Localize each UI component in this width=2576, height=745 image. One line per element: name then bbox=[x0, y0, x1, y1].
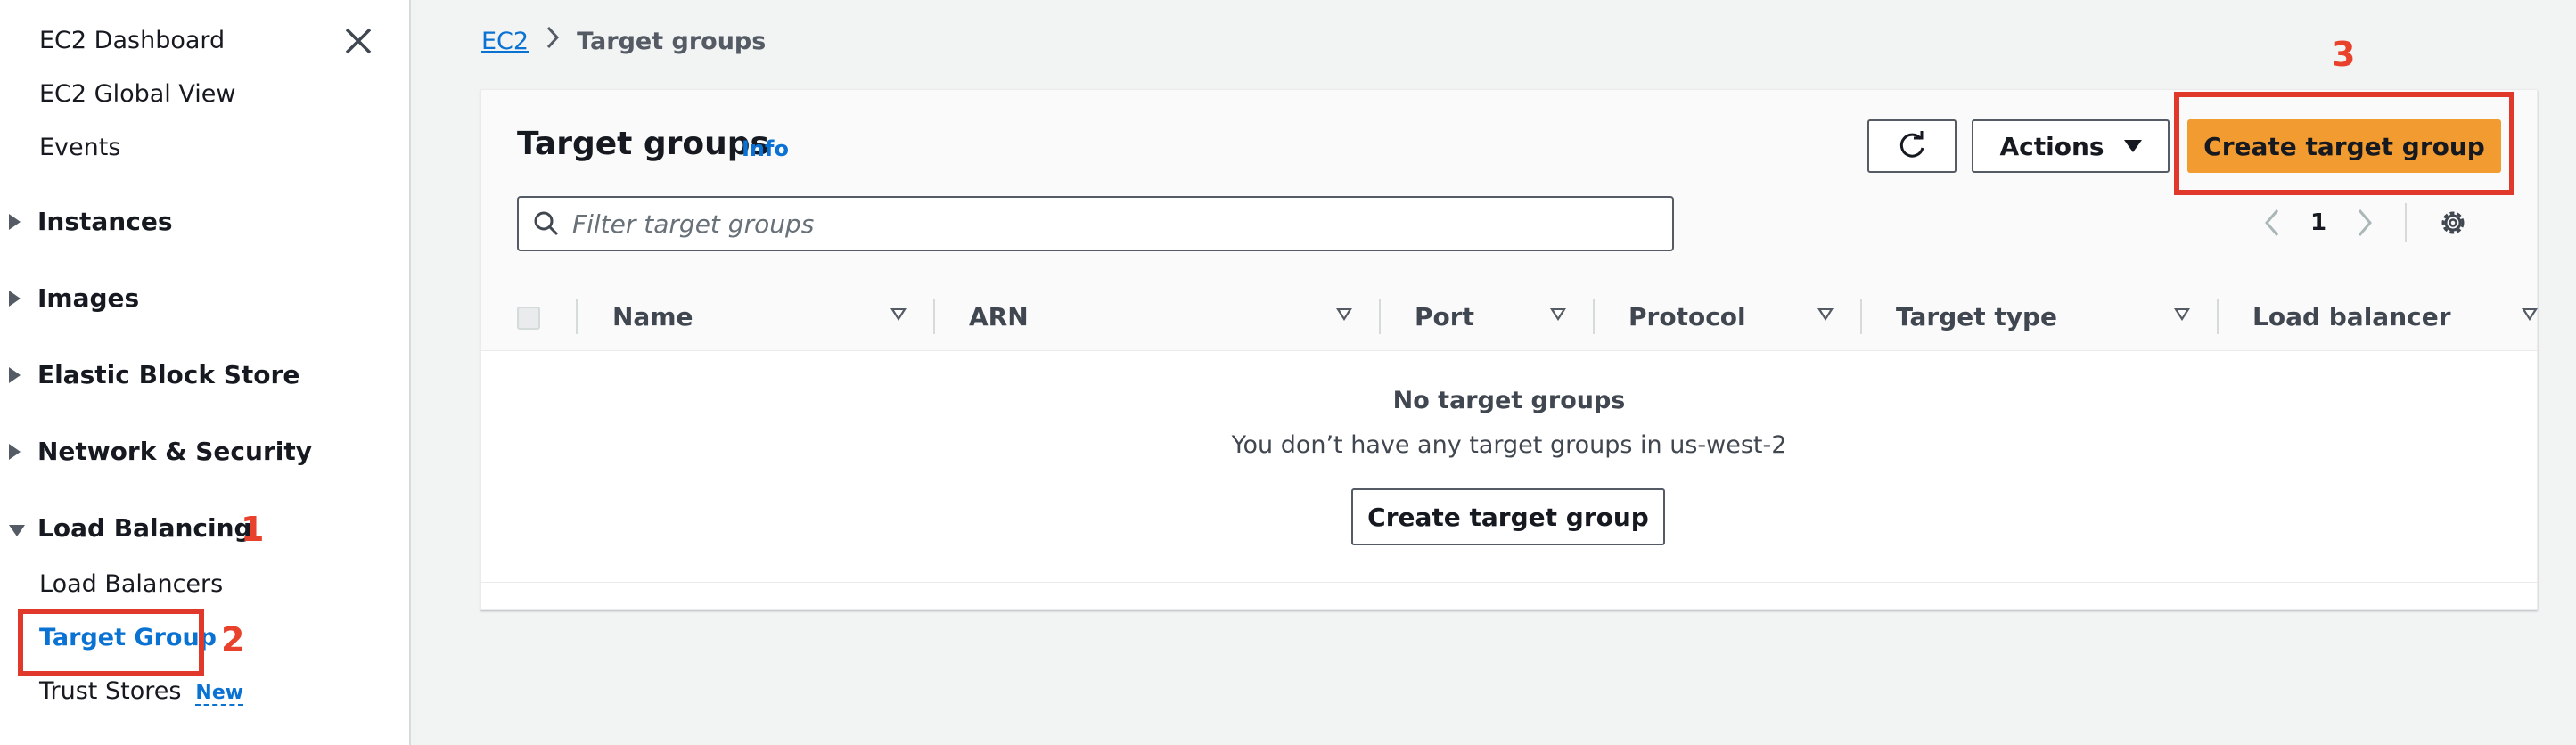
annotation-1: 1 bbox=[241, 510, 265, 549]
caret-down-icon bbox=[9, 513, 27, 543]
pagination: 1 bbox=[2262, 201, 2469, 245]
nav-section-network-security[interactable]: Network & Security bbox=[9, 437, 312, 466]
chevron-right-icon bbox=[545, 25, 561, 57]
column-header-port[interactable]: Port bbox=[1415, 282, 1474, 350]
actions-label: Actions bbox=[1999, 131, 2104, 161]
column-header-name[interactable]: Name bbox=[612, 282, 693, 350]
nav-section-label: Network & Security bbox=[37, 437, 312, 466]
column-divider bbox=[576, 299, 578, 334]
column-divider bbox=[1860, 299, 1862, 334]
column-header-load-balancer[interactable]: Load balancer bbox=[2252, 282, 2451, 350]
column-divider bbox=[1379, 299, 1381, 334]
refresh-icon bbox=[1899, 131, 1924, 158]
nav-section-label: Instances bbox=[37, 207, 173, 236]
sort-icon[interactable] bbox=[1336, 308, 1352, 321]
nav-link-load-balancers[interactable]: Load Balancers bbox=[39, 570, 223, 598]
nav-link-events[interactable]: Events bbox=[39, 134, 120, 161]
sort-icon[interactable] bbox=[2174, 308, 2190, 321]
nav-section-label: Load Balancing bbox=[37, 513, 252, 543]
page-number[interactable]: 1 bbox=[2310, 209, 2326, 236]
caret-right-icon bbox=[9, 360, 27, 389]
empty-state-description: You don’t have any target groups in us-w… bbox=[1231, 431, 1787, 459]
annotation-2: 2 bbox=[221, 620, 245, 659]
column-divider bbox=[933, 299, 935, 334]
sidebar: EC2 Dashboard EC2 Global View Events Ins… bbox=[0, 0, 411, 745]
annotation-3: 3 bbox=[2332, 35, 2356, 74]
info-link[interactable]: Info bbox=[742, 136, 789, 161]
pager-divider bbox=[2405, 203, 2408, 242]
refresh-button[interactable] bbox=[1867, 119, 1957, 173]
nav-link-ec2-dashboard[interactable]: EC2 Dashboard bbox=[39, 27, 225, 54]
nav-section-label: Elastic Block Store bbox=[37, 360, 300, 389]
caret-down-icon bbox=[2123, 140, 2142, 152]
nav-section-elastic-block-store[interactable]: Elastic Block Store bbox=[9, 360, 299, 389]
column-divider bbox=[1593, 299, 1595, 334]
annotation-highlight-target-group bbox=[18, 609, 204, 676]
sort-icon[interactable] bbox=[1817, 308, 1834, 321]
column-divider bbox=[2217, 299, 2219, 334]
chevron-right-icon[interactable] bbox=[2355, 208, 2375, 238]
nav-section-load-balancing[interactable]: Load Balancing bbox=[9, 513, 252, 543]
caret-right-icon bbox=[9, 437, 27, 466]
close-icon[interactable] bbox=[341, 24, 375, 58]
create-target-group-secondary-button[interactable]: Create target group bbox=[1351, 488, 1665, 545]
filter-field[interactable] bbox=[517, 196, 1674, 251]
chevron-left-icon[interactable] bbox=[2262, 208, 2282, 238]
target-groups-panel: Target groups Info Actions Create target… bbox=[480, 35, 2538, 610]
breadcrumb-link-ec2[interactable]: EC2 bbox=[481, 28, 529, 55]
table-header: Name ARN Port Protocol Target type Load … bbox=[481, 282, 2538, 350]
nav-section-label: Images bbox=[37, 283, 140, 313]
panel-title: Target groups bbox=[517, 126, 769, 162]
search-icon bbox=[534, 211, 559, 236]
caret-right-icon bbox=[9, 283, 27, 313]
nav-link-label: Trust Stores bbox=[39, 677, 182, 705]
sort-icon[interactable] bbox=[2522, 308, 2538, 321]
annotation-highlight-create-button bbox=[2174, 92, 2514, 195]
breadcrumb: EC2 Target groups bbox=[481, 25, 766, 57]
panel-footer-divider bbox=[481, 582, 2537, 583]
column-header-target-type[interactable]: Target type bbox=[1896, 282, 2057, 350]
select-all-checkbox[interactable] bbox=[517, 307, 540, 330]
nav-link-ec2-global-view[interactable]: EC2 Global View bbox=[39, 80, 235, 108]
sort-icon[interactable] bbox=[1550, 308, 1566, 321]
column-header-arn[interactable]: ARN bbox=[969, 282, 1029, 350]
sort-icon[interactable] bbox=[890, 308, 907, 321]
column-header-protocol[interactable]: Protocol bbox=[1628, 282, 1746, 350]
new-badge: New bbox=[195, 682, 244, 706]
nav-section-instances[interactable]: Instances bbox=[9, 207, 172, 236]
actions-button[interactable]: Actions bbox=[1972, 119, 2170, 173]
nav-link-trust-stores[interactable]: Trust Stores New bbox=[39, 677, 244, 706]
nav-section-images[interactable]: Images bbox=[9, 283, 139, 313]
empty-state-title: No target groups bbox=[1392, 387, 1626, 414]
gear-icon[interactable] bbox=[2437, 207, 2469, 239]
filter-input[interactable] bbox=[570, 208, 1644, 240]
breadcrumb-current: Target groups bbox=[577, 27, 767, 55]
caret-right-icon bbox=[9, 207, 27, 236]
